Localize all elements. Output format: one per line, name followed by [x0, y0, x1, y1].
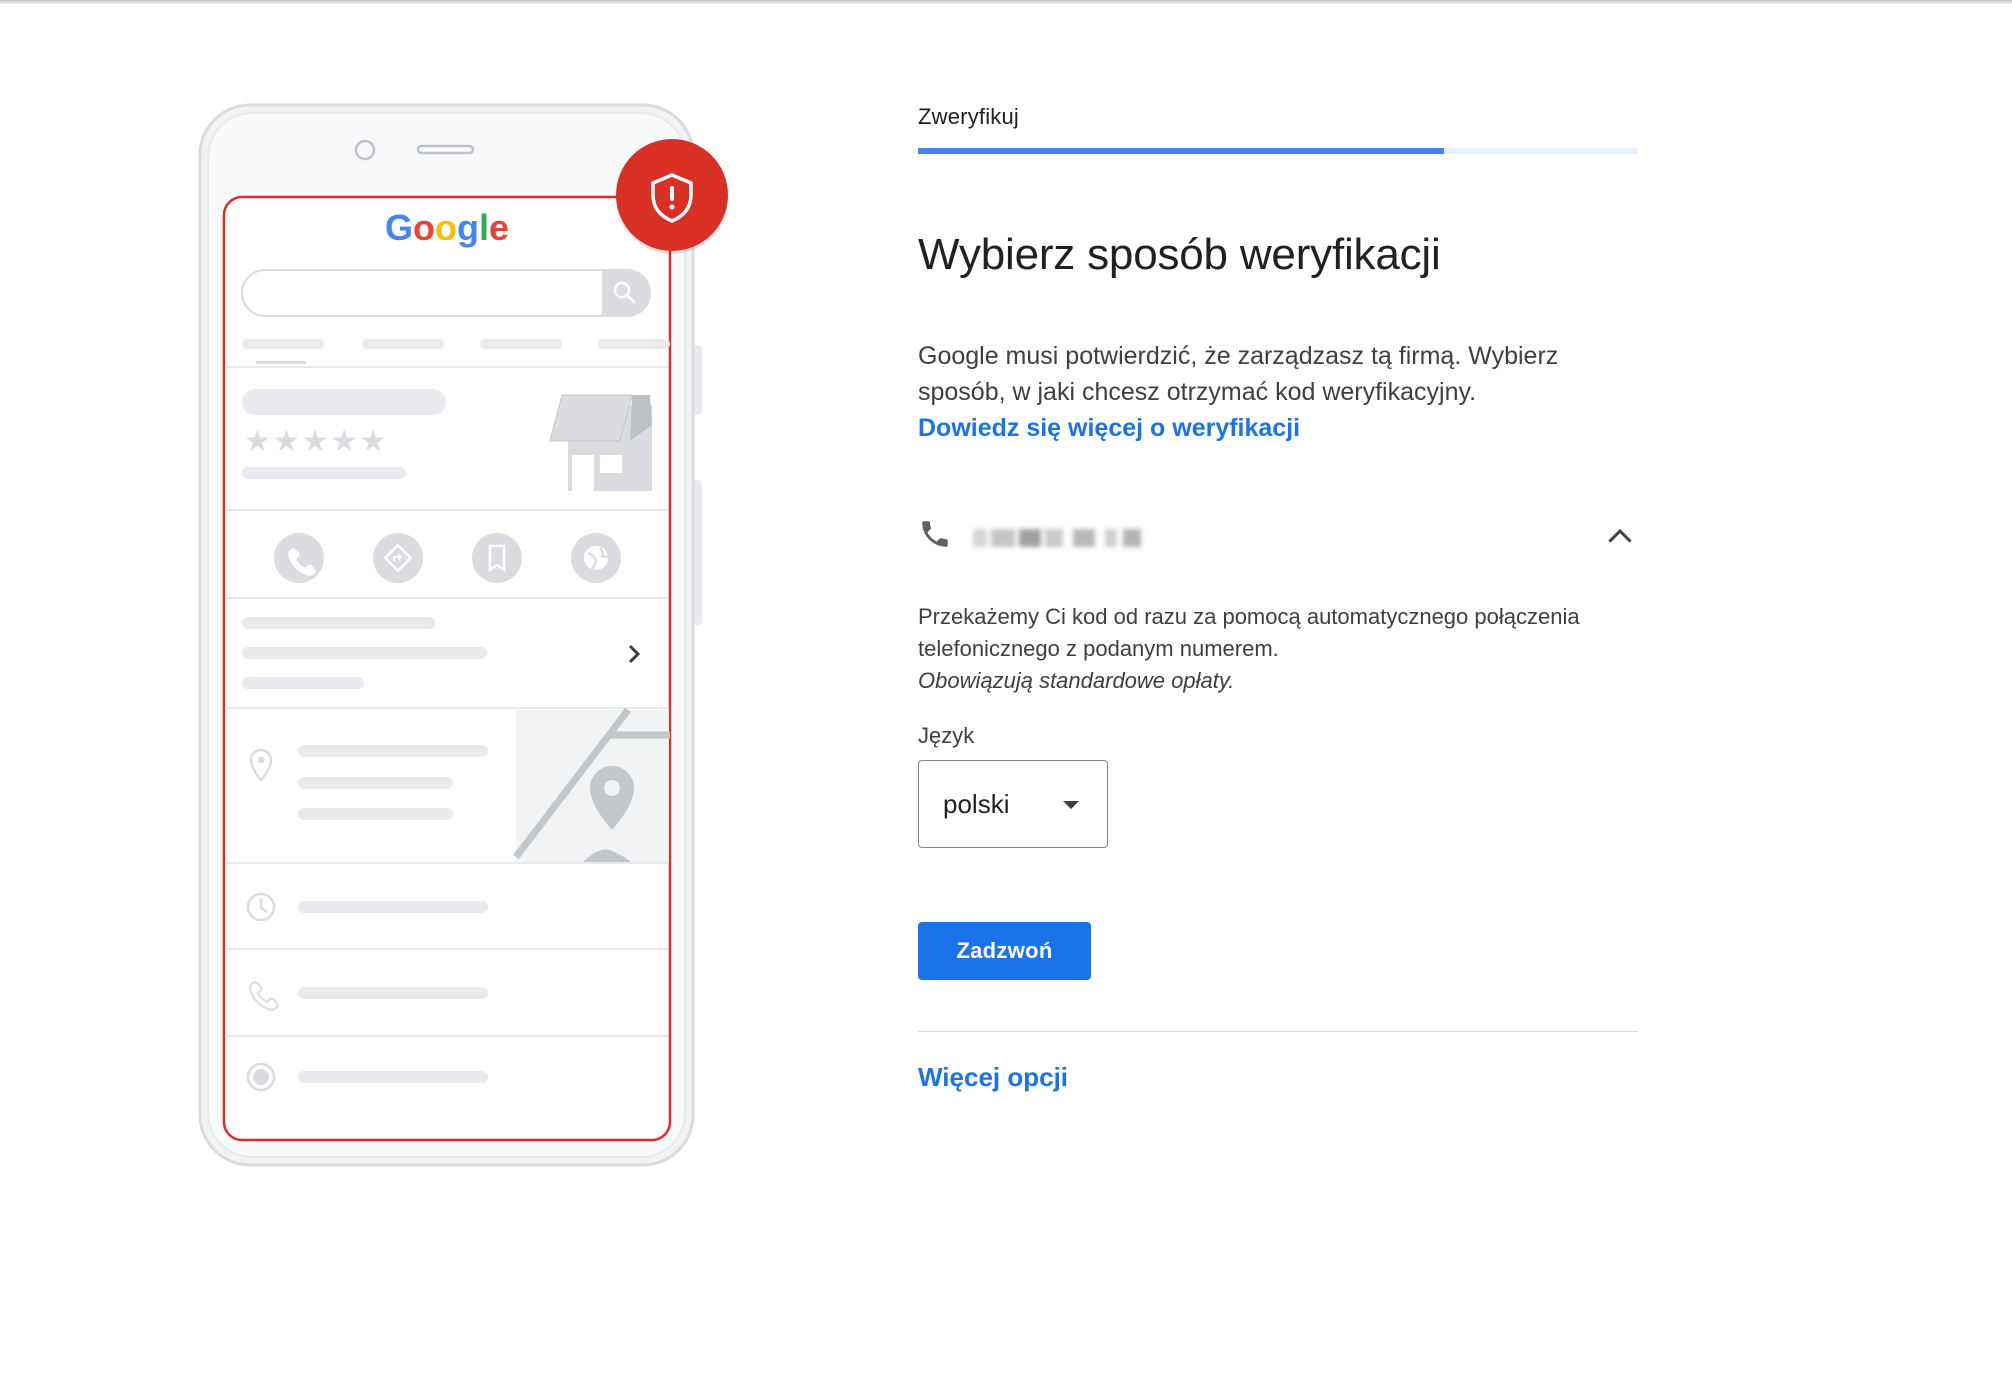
map-thumbnail [513, 707, 670, 863]
method-info: Przekażemy Ci kod od razu za pomocą auto… [918, 601, 1648, 697]
progress-fill [918, 148, 1444, 154]
phone-method-header[interactable] [918, 505, 1638, 565]
chevron-up-icon[interactable] [1602, 519, 1638, 555]
method-info-text: Przekażemy Ci kod od razu za pomocą auto… [918, 604, 1580, 661]
language-select[interactable]: polski [918, 760, 1108, 848]
more-options-link[interactable]: Więcej opcji [918, 1062, 1068, 1093]
divider [918, 1031, 1638, 1032]
learn-more-link[interactable]: Dowiedz się więcej o weryfikacji [918, 410, 1648, 446]
phone-icon [922, 521, 948, 547]
top-border [0, 0, 2012, 4]
language-label: Język [918, 723, 975, 748]
call-button[interactable]: Zadzwoń [918, 922, 1091, 980]
page-title: Wybierz sposób weryfikacji [918, 230, 1441, 279]
google-logo: Google [385, 207, 509, 248]
shield-alert-icon [616, 139, 728, 254]
stepper-label: Zweryfikuj [918, 104, 1020, 129]
progress-bar [918, 148, 1638, 154]
language-value: polski [943, 789, 1010, 819]
globe-action-icon [584, 546, 609, 570]
phone-illustration: Google ★★★★★ [198, 103, 728, 1167]
dropdown-arrow-icon [1063, 801, 1079, 809]
charges-note: Obowiązują standardowe opłaty. [918, 668, 1235, 693]
phone-number-redacted [973, 523, 1141, 553]
svg-text:★★★★★: ★★★★★ [244, 424, 388, 459]
description: Google musi potwierdzić, że zarządzasz t… [918, 338, 1648, 446]
description-text: Google musi potwierdzić, że zarządzasz t… [918, 342, 1559, 406]
